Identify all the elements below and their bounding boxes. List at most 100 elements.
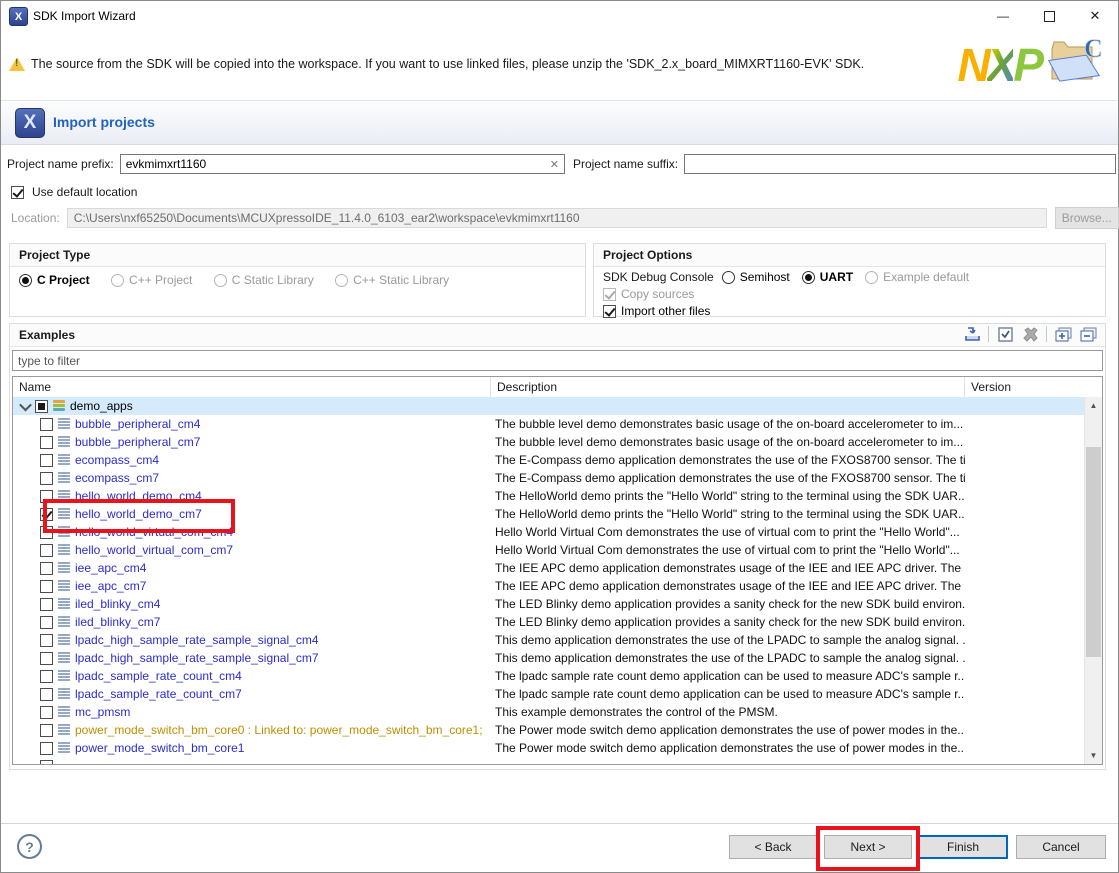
row-checkbox[interactable] [40,634,53,647]
name-cell: mc_pmsm [13,705,491,719]
row-checkbox[interactable] [40,472,53,485]
table-row[interactable]: hello_world_demo_cm7The HelloWorld demo … [13,505,1085,523]
row-checkbox[interactable] [40,760,53,765]
row-checkbox[interactable] [40,616,53,629]
clear-prefix-icon[interactable]: ✕ [550,158,559,171]
cancel-button[interactable]: Cancel [1016,835,1106,859]
table-row[interactable]: hello_world_demo_cm4The HelloWorld demo … [13,487,1085,505]
table-group-row[interactable]: demo_apps [13,397,1085,415]
expand-all-icon[interactable] [1054,326,1072,342]
toolbar-separator [1046,326,1047,342]
row-checkbox[interactable] [40,670,53,683]
radio-example-default[interactable]: Example default [865,270,969,284]
maximize-button[interactable] [1026,1,1072,31]
table-row[interactable]: ecompass_cm7The E-Compass demo applicati… [13,469,1085,487]
prefix-input[interactable] [120,154,565,174]
row-checkbox[interactable] [40,490,53,503]
table-row[interactable]: lpadc_high_sample_rate_sample_signal_cm7… [13,649,1085,667]
filter-input[interactable] [12,350,1103,371]
example-name[interactable]: hello_world_virtual_com_cm7 [75,543,233,557]
example-name[interactable]: power_mode_switch_bm_core1 [75,741,244,755]
example-name[interactable]: iled_blinky_cm4 [75,597,160,611]
scroll-up-icon[interactable]: ▲ [1085,397,1102,414]
table-row[interactable]: bubble_peripheral_cm4The bubble level de… [13,415,1085,433]
minimize-button[interactable]: — [980,1,1026,31]
table-row[interactable]: hello_world_virtual_com_cm4Hello World V… [13,523,1085,541]
collapse-all-icon[interactable] [1079,326,1097,342]
row-checkbox[interactable] [40,652,53,665]
scroll-down-icon[interactable]: ▼ [1085,747,1102,764]
next-button[interactable]: Next > [824,835,912,859]
radio-c-project[interactable]: C Project [19,273,90,287]
table-row[interactable]: bubble_peripheral_cm7The bubble level de… [13,433,1085,451]
radio-uart[interactable]: UART [802,270,853,284]
example-name[interactable]: ecompass_cm7 [75,471,159,485]
table-row[interactable]: power_mode_switch_bm_core1The Power mode… [13,739,1085,757]
example-name[interactable]: iee_apc_cm7 [75,579,146,593]
scrollbar-thumb[interactable] [1086,447,1101,657]
select-all-icon[interactable] [996,326,1014,342]
column-header-description[interactable]: Description [491,377,965,397]
example-name[interactable]: hello_world_demo_cm7 [75,507,202,521]
row-checkbox[interactable] [40,454,53,467]
example-name[interactable]: iee_apc_cm4 [75,561,146,575]
deselect-all-icon[interactable] [1021,326,1039,342]
row-checkbox[interactable] [40,580,53,593]
row-checkbox[interactable] [40,706,53,719]
row-checkbox[interactable] [40,418,53,431]
example-name[interactable]: lpadc_high_sample_rate_sample_signal_cm7 [75,651,319,665]
vertical-scrollbar[interactable]: ▲ ▼ [1084,397,1102,764]
example-name[interactable]: lpadc_high_sample_rate_sample_signal_cm4 [75,633,319,647]
radio-c-static-library[interactable]: C Static Library [214,273,314,287]
row-checkbox[interactable] [40,598,53,611]
row-checkbox[interactable] [40,544,53,557]
back-button[interactable]: < Back [729,835,817,859]
example-name[interactable]: ecompass_cm4 [75,453,159,467]
radio-cpp-project[interactable]: C++ Project [111,273,192,287]
example-name[interactable]: hello_world_demo_cm4 [75,489,202,503]
table-row[interactable]: iee_apc_cm4The IEE APC demo application … [13,559,1085,577]
column-header-version[interactable]: Version [965,377,1102,397]
example-name[interactable]: bubble_peripheral_cm4 [75,417,200,431]
example-name[interactable]: iled_blinky_cm7 [75,615,160,629]
example-name[interactable]: power_mode_switch_bm_core0 : Linked to: … [75,723,483,737]
radio-cpp-static-library[interactable]: C++ Static Library [335,273,449,287]
row-checkbox[interactable] [40,526,53,539]
help-icon[interactable]: ? [17,834,42,859]
copy-sources-checkbox[interactable] [603,288,616,301]
table-row[interactable]: ecompass_cm4The E-Compass demo applicati… [13,451,1085,469]
table-row[interactable]: iee_apc_cm7The IEE APC demo application … [13,577,1085,595]
table-row[interactable]: mc_pmsmThis example demonstrates the con… [13,703,1085,721]
browse-button[interactable]: Browse... [1055,207,1119,229]
row-checkbox[interactable] [40,562,53,575]
example-name[interactable]: lpadc_sample_rate_count_cm7 [75,687,242,701]
import-into-tray-icon[interactable] [963,326,981,342]
row-checkbox[interactable] [35,400,48,413]
table-row[interactable]: lpadc_sample_rate_count_cm4The lpadc sam… [13,667,1085,685]
table-row[interactable]: iled_blinky_cm4The LED Blinky demo appli… [13,595,1085,613]
suffix-input[interactable] [684,154,1116,174]
row-checkbox[interactable] [40,724,53,737]
example-name[interactable]: bubble_peripheral_cm7 [75,435,200,449]
table-row[interactable] [13,757,1085,764]
finish-button[interactable]: Finish [918,835,1008,859]
example-name[interactable]: hello_world_virtual_com_cm4 [75,525,233,539]
table-row[interactable]: hello_world_virtual_com_cm7Hello World V… [13,541,1085,559]
example-name[interactable]: lpadc_sample_rate_count_cm4 [75,669,242,683]
column-header-name[interactable]: Name [13,377,491,397]
row-checkbox[interactable] [40,688,53,701]
example-name[interactable]: demo_apps [70,399,133,413]
use-default-location-checkbox[interactable] [11,186,24,199]
row-checkbox[interactable] [40,508,53,521]
radio-semihost[interactable]: Semihost [722,270,790,284]
table-row[interactable]: power_mode_switch_bm_core0 : Linked to: … [13,721,1085,739]
example-name[interactable]: mc_pmsm [75,705,130,719]
row-checkbox[interactable] [40,436,53,449]
row-checkbox[interactable] [40,742,53,755]
chevron-down-icon[interactable] [19,399,32,411]
table-row[interactable]: lpadc_sample_rate_count_cm7The lpadc sam… [13,685,1085,703]
close-button[interactable]: ✕ [1072,1,1118,31]
table-row[interactable]: lpadc_high_sample_rate_sample_signal_cm4… [13,631,1085,649]
import-other-files-checkbox[interactable] [603,305,616,318]
table-row[interactable]: iled_blinky_cm7The LED Blinky demo appli… [13,613,1085,631]
